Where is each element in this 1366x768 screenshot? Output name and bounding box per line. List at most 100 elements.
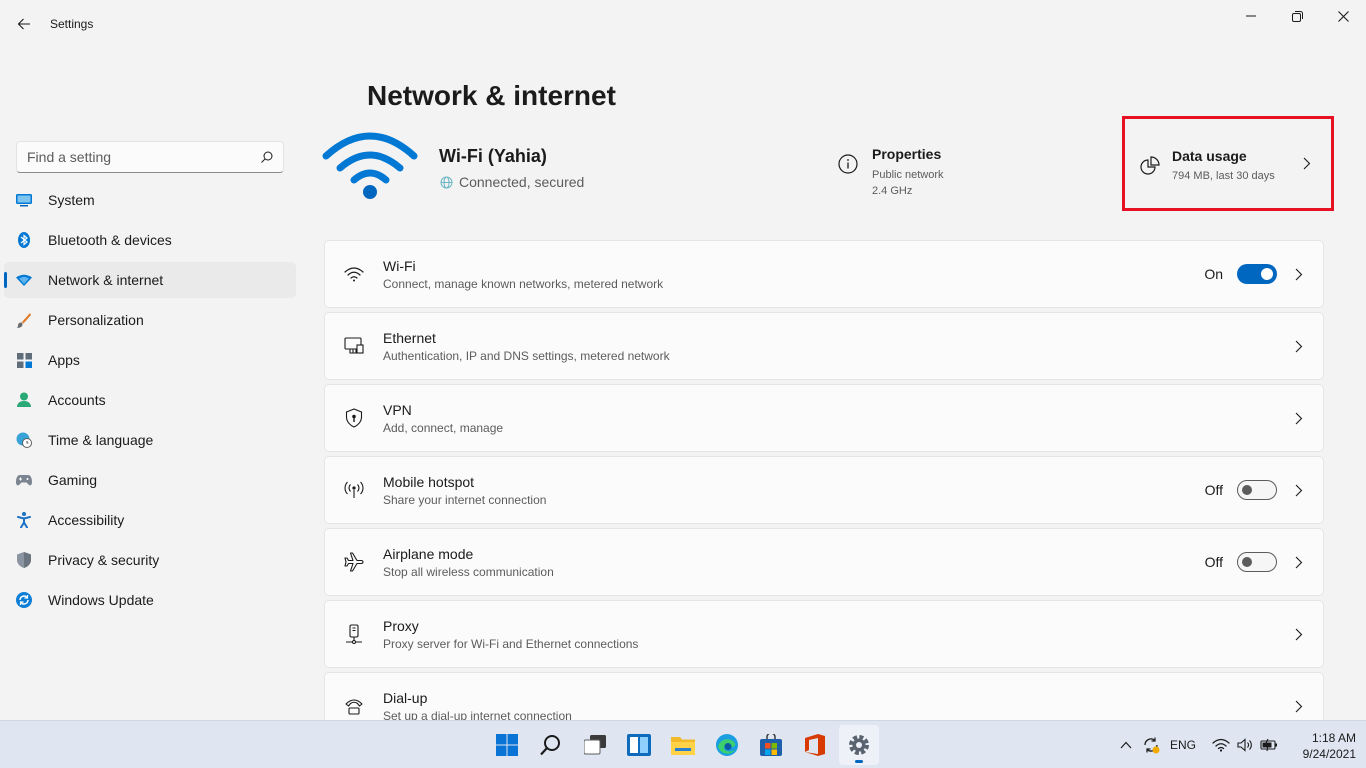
hotspot-toggle-label: Off xyxy=(1204,482,1223,498)
ethernet-icon xyxy=(342,334,366,358)
proxy-icon xyxy=(342,622,366,646)
language-indicator[interactable]: ENG xyxy=(1166,721,1200,768)
close-button[interactable] xyxy=(1320,0,1366,32)
wifi-diamond-icon xyxy=(16,272,32,288)
sidebar-item-bluetooth[interactable]: Bluetooth & devices xyxy=(4,222,296,258)
card-subtitle: Set up a dial-up internet connection xyxy=(383,708,572,721)
wifi-icon xyxy=(342,262,366,286)
widgets-button[interactable] xyxy=(619,725,659,765)
dial-up-icon xyxy=(342,694,366,718)
data-usage-link[interactable]: Data usage 794 MB, last 30 days xyxy=(1122,116,1334,211)
sidebar-item-label: Time & language xyxy=(48,432,154,448)
airplane-toggle-label: Off xyxy=(1204,554,1223,570)
properties-link[interactable]: Properties Public network 2.4 GHz xyxy=(838,146,944,199)
airplane-icon xyxy=(342,550,366,574)
system-clock[interactable]: 1:18 AM 9/24/2021 xyxy=(1282,730,1356,762)
apps-icon xyxy=(16,352,32,368)
dial-up-card[interactable]: Dial-up Set up a dial-up internet connect… xyxy=(324,672,1324,720)
card-title: Airplane mode xyxy=(383,545,474,562)
wifi-toggle[interactable] xyxy=(1237,264,1277,284)
card-title: VPN xyxy=(383,401,412,418)
battery-tray-button[interactable] xyxy=(1258,721,1280,768)
update-icon xyxy=(16,592,32,608)
sidebar-item-apps[interactable]: Apps xyxy=(4,342,296,378)
volume-tray-button[interactable] xyxy=(1234,721,1256,768)
taskbar-search-button[interactable] xyxy=(531,725,571,765)
start-button[interactable] xyxy=(487,725,527,765)
file-explorer-button[interactable] xyxy=(663,725,703,765)
properties-title: Properties xyxy=(872,146,942,162)
card-title: Dial-up xyxy=(383,689,428,706)
back-button[interactable] xyxy=(10,10,38,38)
store-button[interactable] xyxy=(751,725,791,765)
shield-icon xyxy=(16,552,32,568)
vpn-card[interactable]: VPN Add, connect, manage xyxy=(324,384,1324,452)
bluetooth-icon xyxy=(16,232,32,248)
sidebar-item-label: Personalization xyxy=(48,312,144,328)
data-usage-title: Data usage xyxy=(1172,148,1247,164)
settings-app-button[interactable] xyxy=(839,725,879,765)
airplane-toggle[interactable] xyxy=(1237,552,1277,572)
task-view-button[interactable] xyxy=(575,725,615,765)
hotspot-icon xyxy=(342,478,366,502)
chevron-right-icon xyxy=(1293,412,1305,425)
globe-clock-icon xyxy=(16,432,32,448)
card-subtitle: Add, connect, manage xyxy=(383,420,504,435)
brush-icon xyxy=(16,312,32,328)
restore-button[interactable] xyxy=(1274,0,1320,32)
minimize-button[interactable] xyxy=(1228,0,1274,32)
chevron-right-icon xyxy=(1293,268,1305,281)
sidebar-item-label: Privacy & security xyxy=(48,552,160,568)
sidebar-item-label: System xyxy=(48,192,95,208)
sidebar-item-gaming[interactable]: Gaming xyxy=(4,462,296,498)
taskbar: ENG 1:18 AM 9/24/2021 xyxy=(0,720,1366,768)
sidebar-item-network[interactable]: Network & internet xyxy=(4,262,296,298)
folder-icon xyxy=(671,737,695,755)
card-title: Proxy xyxy=(383,617,419,634)
sidebar-item-label: Accessibility xyxy=(48,512,125,528)
task-view-icon xyxy=(584,735,606,755)
data-usage-summary: 794 MB, last 30 days xyxy=(1172,170,1275,182)
card-title: Mobile hotspot xyxy=(383,473,475,490)
search-input[interactable] xyxy=(27,149,261,165)
app-title: Settings xyxy=(50,17,94,31)
sidebar-item-label: Accounts xyxy=(48,392,106,408)
office-button[interactable] xyxy=(795,725,835,765)
search-box[interactable] xyxy=(16,141,284,173)
settings-list: Wi-Fi Connect, manage known networks, met… xyxy=(324,240,1324,720)
sidebar-item-windows-update[interactable]: Windows Update xyxy=(4,582,296,618)
mobile-hotspot-card[interactable]: Mobile hotspot Share your internet connec… xyxy=(324,456,1324,524)
card-title: Wi-Fi xyxy=(383,257,416,274)
wifi-large-icon xyxy=(322,132,418,199)
store-bag-icon xyxy=(760,734,782,756)
battery-charging-icon xyxy=(1260,738,1277,752)
chevron-right-icon xyxy=(1293,700,1305,713)
sidebar-item-time-language[interactable]: Time & language xyxy=(4,422,296,458)
chevron-right-icon xyxy=(1293,340,1305,353)
network-tray-button[interactable] xyxy=(1210,721,1232,768)
sync-tray-button[interactable] xyxy=(1140,721,1162,768)
sidebar-item-label: Network & internet xyxy=(48,272,164,288)
ethernet-card[interactable]: Ethernet Authentication, IP and DNS setti… xyxy=(324,312,1324,380)
card-subtitle: Connect, manage known networks, metered … xyxy=(383,276,664,291)
sidebar-item-system[interactable]: System xyxy=(4,182,296,218)
sync-icon xyxy=(1144,737,1160,754)
card-title: Ethernet xyxy=(383,329,436,346)
sidebar-item-privacy[interactable]: Privacy & security xyxy=(4,542,296,578)
sidebar-item-personalization[interactable]: Personalization xyxy=(4,302,296,338)
chevron-right-icon xyxy=(1303,157,1311,170)
airplane-mode-card[interactable]: Airplane mode Stop all wireless communica… xyxy=(324,528,1324,596)
sidebar-nav: System Bluetooth & devices Network & int… xyxy=(4,182,296,622)
close-icon xyxy=(1337,10,1349,22)
minimize-icon xyxy=(1246,15,1256,17)
windows-logo-icon xyxy=(496,734,518,756)
hotspot-toggle[interactable] xyxy=(1237,480,1277,500)
widgets-icon xyxy=(627,734,651,756)
proxy-card[interactable]: Proxy Proxy server for Wi-Fi and Ethernet… xyxy=(324,600,1324,668)
edge-button[interactable] xyxy=(707,725,747,765)
wifi-card[interactable]: Wi-Fi Connect, manage known networks, met… xyxy=(324,240,1324,308)
show-hidden-icons-button[interactable] xyxy=(1116,721,1136,768)
sidebar-item-accounts[interactable]: Accounts xyxy=(4,382,296,418)
sidebar-item-label: Apps xyxy=(48,352,80,368)
sidebar-item-accessibility[interactable]: Accessibility xyxy=(4,502,296,538)
